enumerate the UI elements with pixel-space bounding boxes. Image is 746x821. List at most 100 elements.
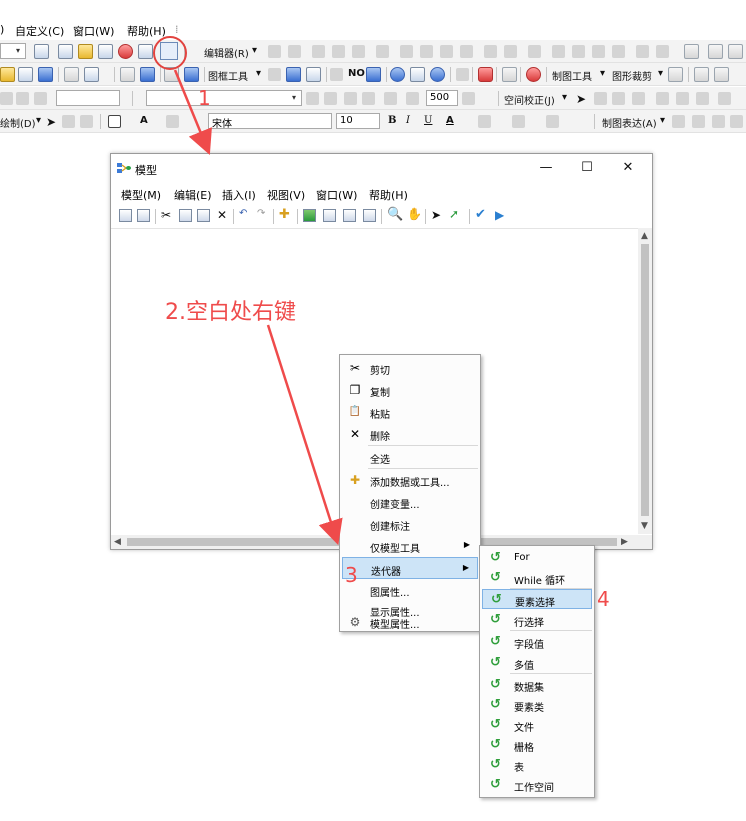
menu-item-iterators[interactable]: 迭代器 ▶ [342,557,478,579]
edit-tool-icon[interactable] [268,45,281,58]
menu-view[interactable]: 视图(V) [267,187,305,203]
preview-icon[interactable] [84,67,99,82]
menu-item-model-properties[interactable]: ⚙ 模型属性... [342,611,478,633]
modify-link-icon[interactable] [612,92,625,105]
zoom-icon[interactable] [80,115,93,128]
menu-item-paste[interactable]: 📋 粘贴 [342,401,478,423]
record-icon[interactable] [478,67,493,82]
pointer-icon[interactable]: ➤ [46,115,56,129]
snap-icon[interactable] [684,44,699,59]
save-icon[interactable] [694,67,709,82]
python-window-icon[interactable] [138,44,153,59]
link-table-icon[interactable] [656,92,669,105]
target-combo[interactable]: ▾ [146,90,302,106]
table-window-icon[interactable] [58,44,73,59]
pan-icon[interactable]: ✋ [407,207,422,221]
menu-item-model-only-tools[interactable]: 仅模型工具 ▶ [342,535,478,557]
font-color-button[interactable]: A [446,115,454,126]
font-combo[interactable]: 宋体 [208,113,332,130]
scroll-left-icon[interactable]: ◀ [114,536,121,548]
iterator-item-tables[interactable]: ↺ 表 [482,755,592,775]
menu-item-create-variable[interactable]: 创建变量... [342,491,478,513]
edit-annotation-icon[interactable] [288,45,301,58]
scale-input[interactable]: 500 [426,90,458,106]
menu-customize[interactable]: 自定义(C) [15,23,64,39]
reshape-icon[interactable] [400,45,413,58]
validate-icon[interactable]: ✔ [475,207,486,222]
scissors-icon[interactable]: ✂ [161,208,171,222]
layer-combo[interactable] [56,90,120,106]
globe-icon[interactable] [366,67,381,82]
fixed-zoom-icon[interactable] [363,209,376,222]
iterator-item-datasets[interactable]: ↺ 数据集 [482,675,592,695]
stop-icon[interactable] [526,67,541,82]
rectangle-icon[interactable] [268,68,281,81]
shape-clip-menu[interactable]: 图形裁剪 [612,68,652,83]
menu-item-cut[interactable]: ✂ 剪切 [342,357,478,379]
scroll-down-icon[interactable]: ▼ [641,520,648,532]
iterator-item-feature-selection[interactable]: ↺ 要素选择 [482,589,592,609]
paste-icon[interactable] [197,209,210,222]
zoom-scale-icon[interactable] [406,92,419,105]
rotate-icon[interactable] [460,45,473,58]
run-icon[interactable]: ▶ [495,208,504,222]
transparency-icon[interactable] [344,92,357,105]
trace-icon[interactable] [352,45,365,58]
menu-item-copy[interactable]: ❐ 复制 [342,379,478,401]
select-arrow-icon[interactable]: ➤ [431,208,441,222]
menu-item-delete[interactable]: ✕ 删除 [342,423,478,445]
save-icon[interactable] [119,209,132,222]
iterator-item-multivalue[interactable]: ↺ 多值 [482,653,592,673]
line-color-icon[interactable] [512,115,525,128]
marker-color-icon[interactable] [546,115,559,128]
limited-icon[interactable] [696,92,709,105]
minimize-button[interactable]: — [526,157,566,179]
menu-item-diagram-properties[interactable]: 图属性... [342,579,478,601]
redo-icon[interactable]: ↷ [257,208,265,219]
iterator-item-feature-classes[interactable]: ↺ 要素类 [482,695,592,715]
undo-icon[interactable]: ↶ [239,208,247,219]
fix-icon[interactable] [612,45,625,58]
end-point-arc-icon[interactable] [332,45,345,58]
make-tools-menu[interactable]: 制图工具 [552,68,592,83]
table-view-icon[interactable] [16,92,29,105]
cartography-menu[interactable]: 制图表达(A) [602,115,657,130]
frame-tools-menu[interactable]: 图框工具 [208,68,248,83]
preview-window-icon[interactable] [718,92,731,105]
title-bar[interactable]: 模型 — ☐ ✕ [111,154,652,182]
frame-icon[interactable] [330,68,343,81]
menu-help[interactable]: 帮助(H) [127,23,166,39]
topology-icon[interactable] [552,45,565,58]
underline-button[interactable]: U [424,115,432,126]
iterator-item-rasters[interactable]: ↺ 栅格 [482,735,592,755]
rotate-icon[interactable] [62,115,75,128]
rep-rule-icon[interactable] [730,115,743,128]
earth-icon[interactable] [430,67,445,82]
scroll-right-icon[interactable]: ▶ [621,536,628,548]
callout-icon[interactable] [166,115,179,128]
new-link-icon[interactable] [594,92,607,105]
catalog-icon[interactable] [78,44,93,59]
pointer-icon[interactable]: ➤ [576,92,586,106]
displacement-icon[interactable] [676,92,689,105]
node-icon[interactable] [592,45,605,58]
spatial-adjust-menu[interactable]: 空间校正(J) [504,92,555,107]
straight-segment-icon[interactable] [312,45,325,58]
select-icon[interactable] [0,92,13,105]
connect-icon[interactable]: ➚ [449,207,459,221]
screen-icon[interactable] [502,67,517,82]
identity-link-icon[interactable] [632,92,645,105]
xy-icon[interactable] [38,67,53,82]
route-icon[interactable] [410,67,425,82]
diamond-icon[interactable] [362,92,375,105]
no-icon[interactable]: NO [348,68,365,79]
toolbox-icon[interactable] [118,44,133,59]
menu-window[interactable]: 窗口(W) [73,23,114,39]
identify-icon[interactable] [18,67,33,82]
create-features-icon[interactable] [528,45,541,58]
scroll-thumb[interactable] [641,244,649,516]
polygon-icon[interactable] [668,67,683,82]
attributes-icon[interactable] [484,45,497,58]
info-icon[interactable] [390,67,405,82]
menu-item-create-label[interactable]: 创建标注 [342,513,478,535]
